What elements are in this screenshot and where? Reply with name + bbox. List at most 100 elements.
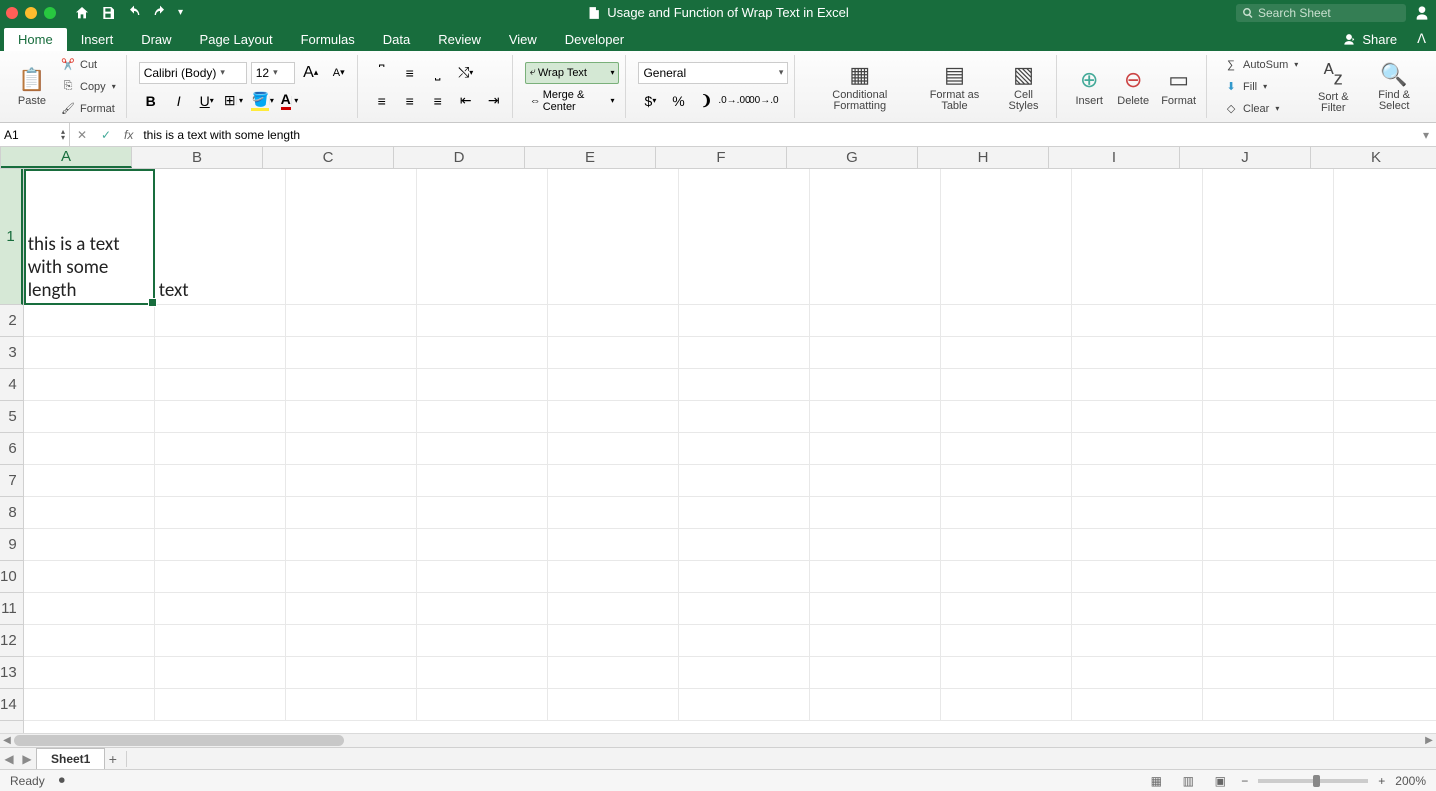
conditional-formatting-button[interactable]: ▦Conditional Formatting: [807, 60, 912, 114]
cell-I4[interactable]: [1072, 369, 1203, 400]
prev-sheet-button[interactable]: ◀: [0, 752, 18, 766]
cell-C13[interactable]: [286, 657, 417, 688]
row-header-3[interactable]: 3: [0, 337, 23, 369]
increase-font-size-button[interactable]: A▴: [299, 62, 323, 84]
cell-F10[interactable]: [679, 561, 810, 592]
cell-B11[interactable]: [155, 593, 286, 624]
decrease-decimal-button[interactable]: .00→.0: [750, 90, 774, 112]
cell-C2[interactable]: [286, 305, 417, 336]
cell-D13[interactable]: [417, 657, 548, 688]
cell-E8[interactable]: [548, 497, 679, 528]
row-header-10[interactable]: 10: [0, 561, 23, 593]
tab-formulas[interactable]: Formulas: [287, 28, 369, 51]
cell-H5[interactable]: [941, 401, 1072, 432]
cell-F6[interactable]: [679, 433, 810, 464]
cell-A2[interactable]: [24, 305, 155, 336]
column-header-I[interactable]: I: [1049, 147, 1180, 168]
row-header-13[interactable]: 13: [0, 657, 23, 689]
cell-J14[interactable]: [1203, 689, 1334, 720]
column-header-C[interactable]: C: [263, 147, 394, 168]
border-button[interactable]: ⊞▾: [223, 90, 247, 112]
cell-A6[interactable]: [24, 433, 155, 464]
column-header-F[interactable]: F: [656, 147, 787, 168]
cell-G11[interactable]: [810, 593, 941, 624]
tab-insert[interactable]: Insert: [67, 28, 128, 51]
cell-A7[interactable]: [24, 465, 155, 496]
cell-J3[interactable]: [1203, 337, 1334, 368]
column-header-J[interactable]: J: [1180, 147, 1311, 168]
minimize-window-button[interactable]: [25, 7, 37, 19]
cell-B13[interactable]: [155, 657, 286, 688]
underline-button[interactable]: U▾: [195, 90, 219, 112]
increase-indent-button[interactable]: ⇥: [482, 90, 506, 112]
next-sheet-button[interactable]: ▶: [18, 752, 36, 766]
cut-button[interactable]: ✂️Cut: [56, 55, 120, 75]
copy-button[interactable]: ⎘Copy▾: [56, 77, 120, 97]
cell-E10[interactable]: [548, 561, 679, 592]
cell-H3[interactable]: [941, 337, 1072, 368]
cell-C9[interactable]: [286, 529, 417, 560]
accept-formula-button[interactable]: ✓: [94, 128, 118, 142]
cell-D14[interactable]: [417, 689, 548, 720]
cell-C4[interactable]: [286, 369, 417, 400]
cell-E11[interactable]: [548, 593, 679, 624]
font-name-combo[interactable]: Calibri (Body)▾: [139, 62, 247, 84]
row-header-9[interactable]: 9: [0, 529, 23, 561]
cell-C11[interactable]: [286, 593, 417, 624]
cell-H4[interactable]: [941, 369, 1072, 400]
cell-J1[interactable]: [1203, 169, 1334, 304]
cell-D6[interactable]: [417, 433, 548, 464]
align-left-button[interactable]: ≡: [370, 90, 394, 112]
cell-F4[interactable]: [679, 369, 810, 400]
share-button[interactable]: Share: [1332, 28, 1407, 51]
cell-C1[interactable]: [286, 169, 417, 304]
insert-cells-button[interactable]: ⊕Insert: [1069, 65, 1109, 109]
cell-A14[interactable]: [24, 689, 155, 720]
cell-C8[interactable]: [286, 497, 417, 528]
cell-J13[interactable]: [1203, 657, 1334, 688]
bold-button[interactable]: B: [139, 90, 163, 112]
zoom-level[interactable]: 200%: [1395, 774, 1426, 788]
cell-J2[interactable]: [1203, 305, 1334, 336]
cell-A1[interactable]: this is a text with some length: [24, 169, 155, 304]
cell-I14[interactable]: [1072, 689, 1203, 720]
wrap-text-button[interactable]: ⤶ Wrap Text ▾: [525, 62, 620, 84]
cell-B4[interactable]: [155, 369, 286, 400]
cell-B7[interactable]: [155, 465, 286, 496]
close-window-button[interactable]: [6, 7, 18, 19]
cell-E7[interactable]: [548, 465, 679, 496]
redo-icon[interactable]: [152, 5, 168, 21]
horizontal-scrollbar[interactable]: ◀ ▶: [0, 733, 1436, 747]
cell-K10[interactable]: [1334, 561, 1436, 592]
cell-G7[interactable]: [810, 465, 941, 496]
cell-B12[interactable]: [155, 625, 286, 656]
save-icon[interactable]: [100, 5, 116, 21]
cell-H12[interactable]: [941, 625, 1072, 656]
cell-E1[interactable]: [548, 169, 679, 304]
cell-F11[interactable]: [679, 593, 810, 624]
scroll-right-icon[interactable]: ▶: [1422, 734, 1436, 747]
row-header-6[interactable]: 6: [0, 433, 23, 465]
cell-A9[interactable]: [24, 529, 155, 560]
cell-H14[interactable]: [941, 689, 1072, 720]
tab-developer[interactable]: Developer: [551, 28, 638, 51]
cell-B6[interactable]: [155, 433, 286, 464]
column-header-G[interactable]: G: [787, 147, 918, 168]
cell-D10[interactable]: [417, 561, 548, 592]
search-sheet-box[interactable]: Search Sheet: [1236, 4, 1406, 22]
cell-K12[interactable]: [1334, 625, 1436, 656]
cell-A4[interactable]: [24, 369, 155, 400]
tab-draw[interactable]: Draw: [127, 28, 185, 51]
page-break-view-button[interactable]: ▣: [1209, 773, 1231, 789]
cell-H10[interactable]: [941, 561, 1072, 592]
scroll-left-icon[interactable]: ◀: [0, 734, 14, 747]
collapse-ribbon-button[interactable]: ᐱ: [1407, 27, 1436, 51]
cell-F3[interactable]: [679, 337, 810, 368]
formula-input[interactable]: this is a text with some length: [139, 128, 1416, 142]
cell-K4[interactable]: [1334, 369, 1436, 400]
cell-I8[interactable]: [1072, 497, 1203, 528]
cell-A13[interactable]: [24, 657, 155, 688]
cell-E14[interactable]: [548, 689, 679, 720]
cell-C7[interactable]: [286, 465, 417, 496]
zoom-slider[interactable]: [1258, 779, 1368, 783]
